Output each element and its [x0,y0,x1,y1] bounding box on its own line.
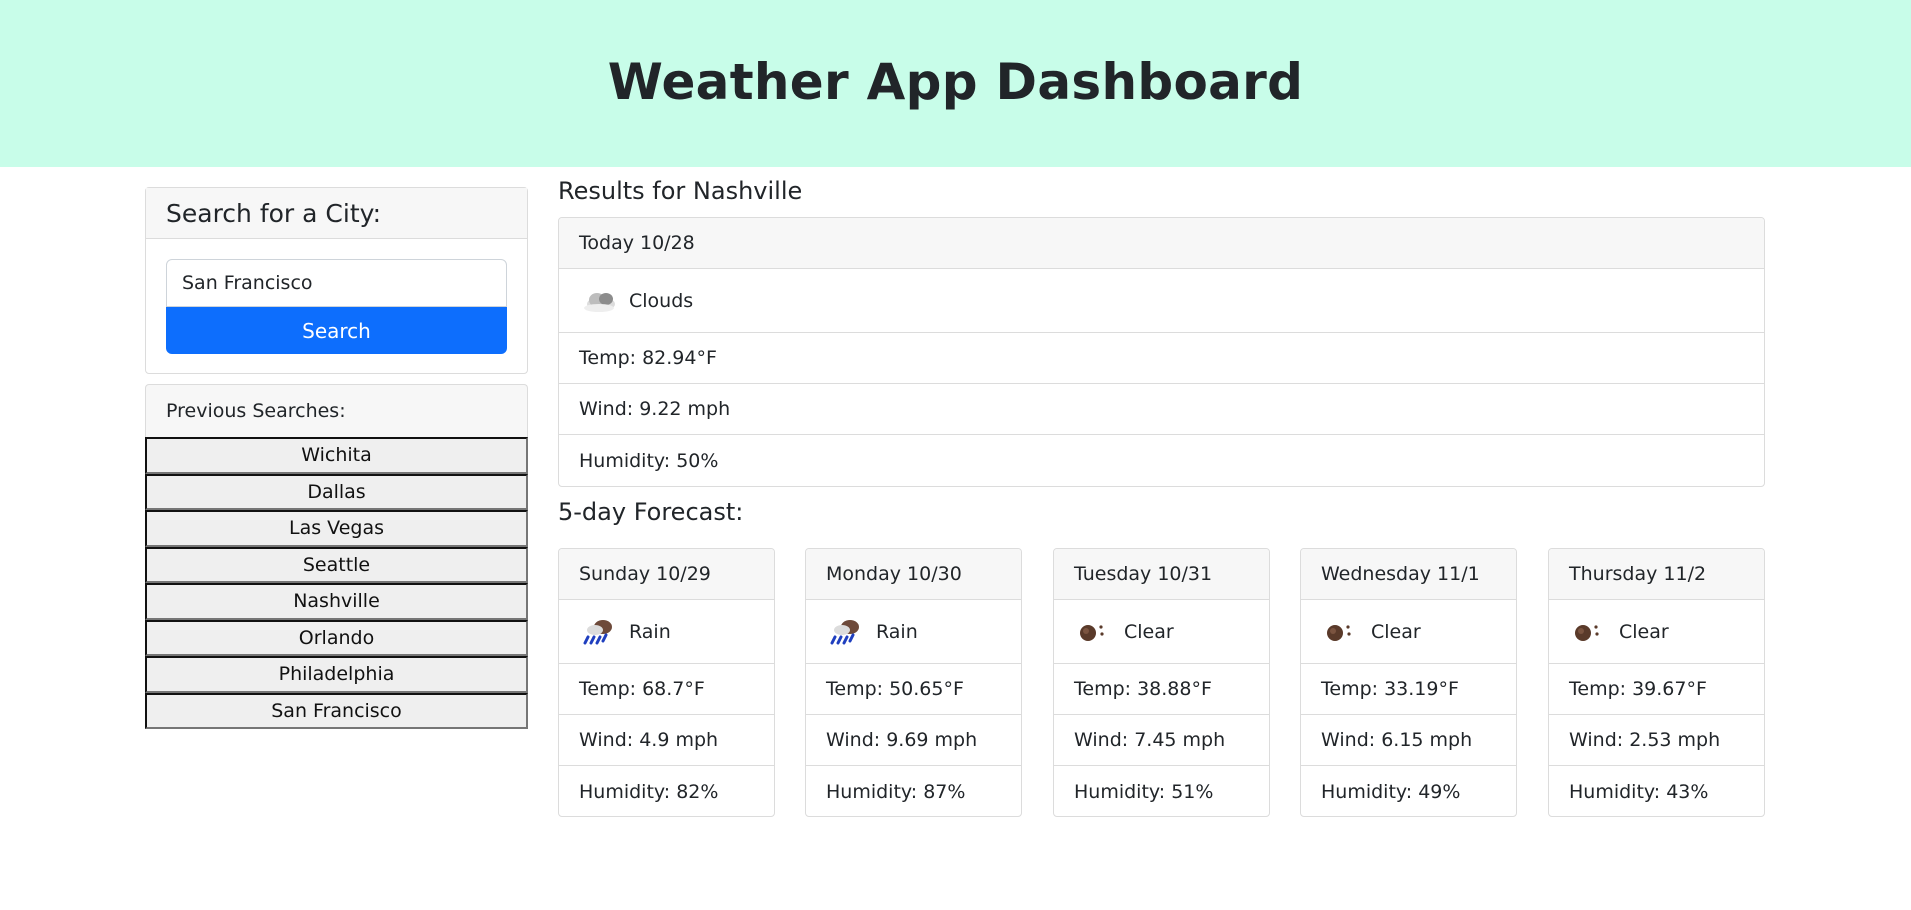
rain-icon [583,619,612,644]
forecast-condition-row: Rain [559,600,774,664]
forecast-title: 5-day Forecast: [558,498,744,526]
forecast-wind: Wind: 9.69 mph [806,715,1021,766]
forecast-date: Monday 10/30 [806,549,1021,600]
forecast-date: Wednesday 11/1 [1301,549,1516,600]
forecast-humidity: Humidity: 49% [1321,780,1461,803]
forecast-condition-row: Clear [1301,600,1516,664]
search-card-title: Search for a City: [146,188,527,239]
previous-search-button[interactable]: Seattle [145,546,528,583]
previous-search-button[interactable]: Las Vegas [145,510,528,547]
today-wind: Wind: 9.22 mph [559,384,1764,435]
forecast-card: Sunday 10/29 Rain Temp: 68.7°F Wind: 4.9… [558,548,775,817]
clear-night-icon [1575,624,1599,641]
results-title: Results for Nashville [558,177,803,205]
forecast-date: Sunday 10/29 [559,549,774,600]
forecast-condition: Clear [1619,620,1669,643]
forecast-card: Thursday 11/2 Clear Temp: 39.67°F Wind: … [1548,548,1765,817]
forecast-date: Tuesday 10/31 [1054,549,1269,600]
previous-searches-card: Previous Searches: Wichita Dallas Las Ve… [145,384,528,729]
previous-search-button[interactable]: Dallas [145,473,528,510]
forecast-wind: Wind: 4.9 mph [559,715,774,766]
rain-icon [830,619,859,644]
previous-searches-title: Previous Searches: [145,384,528,437]
forecast-card: Wednesday 11/1 Clear Temp: 33.19°F Wind:… [1300,548,1517,817]
today-condition-row: Clouds [559,269,1764,333]
search-button[interactable]: Search [166,307,507,354]
forecast-wind: Wind: 7.45 mph [1054,715,1269,766]
forecast-temp: Temp: 68.7°F [559,664,774,715]
forecast-wind: Wind: 6.15 mph [1301,715,1516,766]
previous-search-button[interactable]: Philadelphia [145,656,528,693]
forecast-temp: Temp: 33.19°F [1301,664,1516,715]
forecast-temp: Temp: 38.88°F [1054,664,1269,715]
forecast-humidity: Humidity: 51% [1074,780,1214,803]
forecast-condition-row: Clear [1549,600,1764,664]
clear-night-icon [1080,624,1104,641]
forecast-card: Monday 10/30 Rain Temp: 50.65°F Wind: 9.… [805,548,1022,817]
forecast-condition: Rain [629,620,671,643]
clear-night-icon [1327,624,1351,641]
forecast-condition: Rain [876,620,918,643]
forecast-condition-row: Clear [1054,600,1269,664]
previous-search-button[interactable]: Nashville [145,583,528,620]
forecast-humidity: Humidity: 82% [579,780,719,803]
page-title: Weather App Dashboard [607,52,1304,111]
search-card: Search for a City: Search [145,187,528,374]
today-date: Today 10/28 [559,218,1764,269]
forecast-wind: Wind: 2.53 mph [1549,715,1764,766]
forecast-humidity: Humidity: 87% [826,780,966,803]
forecast-card: Tuesday 10/31 Clear Temp: 38.88°F Wind: … [1053,548,1270,817]
forecast-humidity: Humidity: 43% [1569,780,1709,803]
previous-search-button[interactable]: San Francisco [145,692,528,729]
forecast-condition-row: Rain [806,600,1021,664]
forecast-condition: Clear [1124,620,1174,643]
forecast-temp: Temp: 39.67°F [1549,664,1764,715]
today-humidity: Humidity: 50% [579,449,719,472]
today-condition: Clouds [629,289,694,312]
forecast-temp: Temp: 50.65°F [806,664,1021,715]
today-weather-card: Today 10/28 Clouds Temp: 82.94°F Wind: 9… [558,217,1765,487]
forecast-condition: Clear [1371,620,1421,643]
page-header: Weather App Dashboard [0,0,1911,167]
clouds-icon [584,292,615,312]
previous-search-button[interactable]: Orlando [145,619,528,656]
today-temp: Temp: 82.94°F [559,333,1764,384]
previous-search-button[interactable]: Wichita [145,437,528,474]
forecast-date: Thursday 11/2 [1549,549,1764,600]
city-search-input[interactable] [166,259,507,307]
